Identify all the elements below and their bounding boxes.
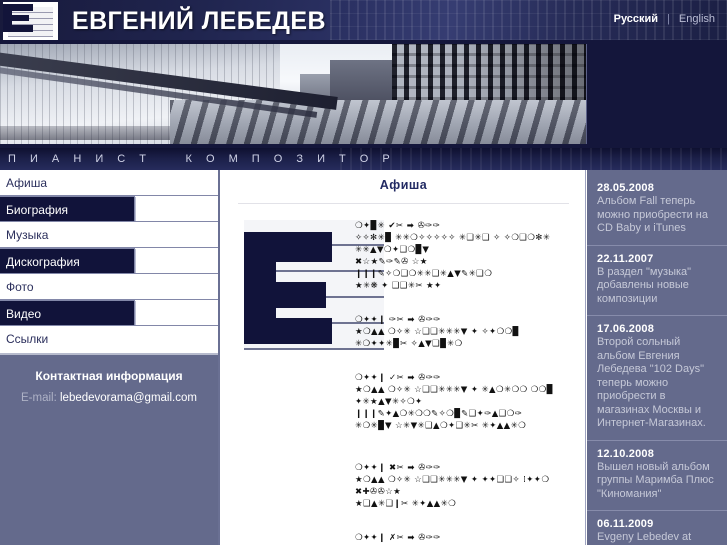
news-date: 17.06.2008 xyxy=(597,323,655,335)
tagline-word-pianist: П И А Н И С Т xyxy=(8,153,152,165)
sidebar-item-links[interactable]: Ссылки xyxy=(0,326,218,352)
sidebar-item-music[interactable]: Музыка xyxy=(0,222,218,248)
lang-link-english[interactable]: English xyxy=(679,13,715,25)
event-line: ❍✦✦❙ ✑✂ ➡ ✇✑✑ xyxy=(355,315,441,325)
banner-right-panel xyxy=(586,44,727,144)
event-line: ★❍▲▲ ❍✧✳ ☆❑❑✳✳✳▼ ✦ ✧✦❍❍▉ xyxy=(355,327,520,337)
sidebar-item-photo[interactable]: Фото xyxy=(0,274,218,300)
event-line: ★❑▲✳❑❙✂ ✳✦▲▲✳❍ xyxy=(355,499,457,509)
news-item: 28.05.2008 Альбом Fall теперь можно приоб… xyxy=(587,182,727,236)
event-line: ✳❍✦✦✳▉✂ ✧▲▼❑▉✳❍ xyxy=(355,339,463,349)
sidebar-item-biography[interactable]: Биография xyxy=(0,196,218,222)
event-block: ❍✦✦❙ ✓✂ ➡ ✇✑✑ ★❍▲▲ ❍✧✳ ☆❑❑✳✳✳▼ ✦ ✳▲❍✳❍❍ ❍… xyxy=(355,372,579,432)
site-header: ЕВГЕНИЙ ЛЕБЕДЕВ Русский | English xyxy=(0,0,727,40)
contact-information: Контактная информация E-mail: lebedevora… xyxy=(0,353,218,545)
news-panel: 28.05.2008 Альбом Fall теперь можно приоб… xyxy=(587,170,727,545)
main-content: Афиша ❍✦▉✳ ✔✂ ➡ ✇✑✑ ✧✧✻✳▉ ✳✳❍✧✧✧✧✧ ✳❑✳❑ … xyxy=(222,170,586,545)
logo-letter-e xyxy=(3,4,33,32)
tagline-bar: П И А Н И С Т К О М П О З И Т О Р xyxy=(0,148,727,170)
sidebar-item-discography[interactable]: Дискография xyxy=(0,248,218,274)
news-item: 17.06.2008 Второй сольный альбом Евгения … xyxy=(587,315,727,431)
event-line: ★✳❋ ✦ ❑❑✳✂ ★✦ xyxy=(355,281,442,291)
news-item: 22.11.2007 В раздел "музыка" добавлены но… xyxy=(587,244,727,307)
sidebar-item-video[interactable]: Видео xyxy=(0,300,218,326)
event-line: ❍✦✦❙ ✖✂ ➡ ✇✑✑ xyxy=(355,463,441,473)
event-block: ❍✦✦❙ ✑✂ ➡ ✇✑✑ ★❍▲▲ ❍✧✳ ☆❑❑✳✳✳▼ ✦ ✧✦❍❍▉ ✳❍✦… xyxy=(355,314,579,350)
event-block: ❍✦▉✳ ✔✂ ➡ ✇✑✑ ✧✧✻✳▉ ✳✳❍✧✧✧✧✧ ✳❑✳❑ ✧ ✧❍❑❍✻… xyxy=(355,220,579,292)
tagline-texture xyxy=(340,148,727,170)
sidebar-item-afisha[interactable]: Афиша xyxy=(0,170,218,196)
event-line: ✳✳▲▼❍✦❑❍▉▼ xyxy=(355,245,430,255)
news-text: Evgeny Lebedev at Tanglewood Jazz Festiv… xyxy=(597,531,692,545)
news-date: 22.11.2007 xyxy=(597,252,654,265)
news-date: 28.05.2008 xyxy=(597,182,655,194)
page-root: ЕВГЕНИЙ ЛЕБЕДЕВ Русский | English П И А … xyxy=(0,0,727,545)
event-line: ❍✦✦❙ ✓✂ ➡ ✇✑✑ xyxy=(355,373,441,383)
banner-ground xyxy=(170,100,586,144)
event-line: ❍✦▉✳ ✔✂ ➡ ✇✑✑ xyxy=(355,221,441,231)
news-text: Вышел новый альбом группы Маримба Плюс "… xyxy=(597,460,714,500)
piano-keys-e-logo[interactable] xyxy=(3,2,58,40)
site-title: ЕВГЕНИЙ ЛЕБЕДЕВ xyxy=(72,7,326,35)
news-item: 06.11.2009Evgeny Lebedev at Tanglewood J… xyxy=(587,510,727,545)
page-title: Афиша xyxy=(379,178,428,192)
contact-title: Контактная информация xyxy=(35,369,183,383)
event-line: ❙❙❙✎✦▲❍✳❍❍✎✧❍▉✎❑✦✑▲❑❍✑ xyxy=(355,409,523,419)
news-text: Второй сольный альбом Евгения Лебедева "… xyxy=(597,336,706,429)
banner-photo xyxy=(0,44,586,144)
sidebar: Афиша Биография Музыка Дискография Фото … xyxy=(0,170,220,545)
body-area: Афиша Биография Музыка Дискография Фото … xyxy=(0,170,727,545)
contact-email-link[interactable]: lebedevorama@gmail.com xyxy=(60,392,197,404)
event-line: ✳❍✳▉▼ ☆✳▼✳❑▲❍✦❑✳✂ ✳✦▲▲✳❍ xyxy=(355,421,527,431)
news-date: 12.10.2008 xyxy=(597,447,655,460)
main-navigation: Афиша Биография Музыка Дискография Фото … xyxy=(0,170,218,352)
news-date: 06.11.2009 xyxy=(597,518,654,530)
event-block: ❍✦✦❙ ✖✂ ➡ ✇✑✑ ★❍▲▲ ❍✧✳ ☆❑❑✳✳✳▼ ✦ ✦✦❑❑✧ ⁞✦… xyxy=(355,462,579,510)
contact-email-label: E-mail: xyxy=(21,392,57,404)
event-line: ❙❙❙✎✧❍❑❍✳✳❑✳▲▼✎✳❑❍ xyxy=(355,269,493,279)
lang-link-russian[interactable]: Русский xyxy=(614,13,658,25)
event-line: ★❍▲▲ ❍✧✳ ☆❑❑✳✳✳▼ ✦ ✦✦❑❑✧ ⁞✦✦❍ xyxy=(355,475,550,485)
news-text: Альбом Fall теперь можно приобрести на C… xyxy=(597,195,708,234)
event-line: ✖✚✇✇☆★ xyxy=(355,487,402,497)
contact-email-row: E-mail: lebedevorama@gmail.com xyxy=(0,392,218,404)
event-line: ❍✦✦❙ ✗✂ ➡ ✇✑✑ xyxy=(355,533,441,543)
event-line: ✦✳★▲▼✳✧❍✦ xyxy=(355,397,423,407)
event-line: ★❍▲▲ ❍✧✳ ☆❑❑✳✳✳▼ ✦ ✳▲❍✳❍❍ ❍❍▉ xyxy=(355,385,554,395)
news-text: В раздел "музыка" добавлены новые композ… xyxy=(597,265,692,305)
news-item: 12.10.2008 Вышел новый альбом группы Мари… xyxy=(587,439,727,502)
language-switcher: Русский | English xyxy=(614,13,715,25)
event-line: ✖☆★✎✑✎✇ ☆★ xyxy=(355,257,428,267)
content-body: ❍✦▉✳ ✔✂ ➡ ✇✑✑ ✧✧✻✳▉ ✳✳❍✧✧✧✧✧ ✳❑✳❑ ✧ ✧❍❑❍✻… xyxy=(222,214,585,544)
tagline-word-composer: К О М П О З И Т О Р xyxy=(185,153,396,165)
event-line: ✧✧✻✳▉ ✳✳❍✧✧✧✧✧ ✳❑✳❑ ✧ ✧❍❑❍✻✳ xyxy=(355,233,551,243)
lang-separator: | xyxy=(667,13,670,25)
event-block: ❍✦✦❙ ✗✂ ➡ ✇✑✑★❍▲▲ ❍✧✳ ☆❑❑✳✳✳▼ ✦ ❍✦✦ ❍❍❍❍ xyxy=(355,532,579,545)
title-divider xyxy=(238,203,569,204)
news-list: 28.05.2008 Альбом Fall теперь можно приоб… xyxy=(587,170,727,545)
banner xyxy=(0,40,727,148)
